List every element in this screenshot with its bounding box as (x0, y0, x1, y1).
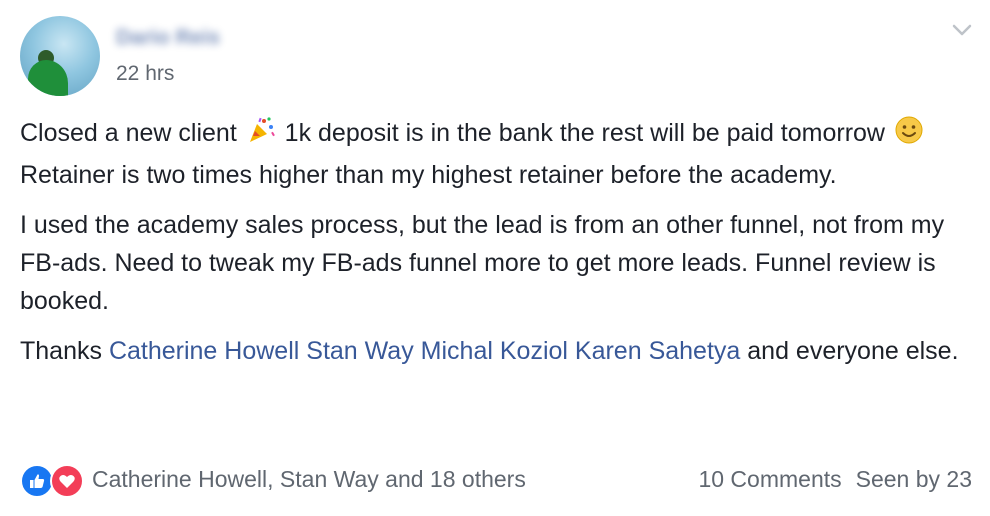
mention-link[interactable]: Michal Koziol (421, 337, 568, 365)
post-text: and everyone else. (740, 337, 959, 365)
post-stats: 10 Comments Seen by 23 (698, 466, 972, 493)
reactions-summary[interactable]: Catherine Howell, Stan Way and 18 others (92, 466, 526, 493)
post-text: Thanks (20, 337, 109, 365)
chevron-down-icon[interactable] (950, 18, 974, 42)
thumbs-up-icon (20, 464, 54, 498)
heart-icon (50, 464, 84, 498)
mention-link[interactable]: Catherine Howell (109, 337, 299, 365)
comments-count-link[interactable]: 10 Comments (698, 466, 841, 492)
post-body: Closed a new client 1k deposit is in the… (20, 114, 970, 382)
mention-link[interactable]: Stan Way (306, 337, 413, 365)
mention-link[interactable]: Karen Sahetya (575, 337, 740, 365)
post-timestamp[interactable]: 22 hrs (116, 62, 174, 86)
post-paragraph-2: I used the academy sales process, but th… (20, 211, 945, 315)
avatar-figure-shape (28, 60, 68, 96)
post-text: Retainer is two times higher than my hig… (20, 161, 837, 189)
party-popper-icon (246, 115, 276, 156)
avatar[interactable] (20, 16, 100, 96)
reaction-icons[interactable] (20, 464, 86, 498)
author-name[interactable]: Dario Reis (116, 26, 220, 50)
post-paragraph-3: Thanks Catherine Howell Stan Way Michal … (20, 332, 970, 370)
post-paragraph-1: Closed a new client 1k deposit is in the… (20, 114, 970, 194)
post-footer: Catherine Howell, Stan Way and 18 others… (20, 462, 972, 498)
smiley-icon (894, 115, 924, 156)
seen-by-count[interactable]: Seen by 23 (856, 466, 972, 492)
post-text: Closed a new client (20, 119, 244, 147)
post-text: 1k deposit is in the bank the rest will … (277, 119, 892, 147)
